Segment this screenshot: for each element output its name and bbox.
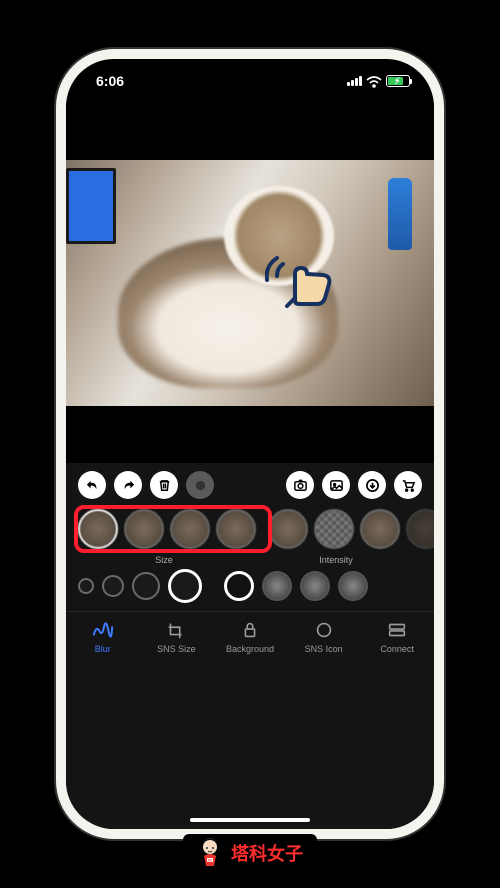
lock-icon <box>238 620 262 640</box>
size-option-0[interactable] <box>78 578 94 594</box>
size-option-1[interactable] <box>102 575 124 597</box>
tab-connect[interactable]: Connect <box>360 620 434 654</box>
tab-label: Background <box>226 644 274 654</box>
phone-frame: 6:06 ⚡︎ <box>56 49 444 839</box>
size-option-2[interactable] <box>132 572 160 600</box>
tab-sns-size[interactable]: SNS Size <box>140 620 214 654</box>
tab-label: Blur <box>95 644 111 654</box>
blur-style-5[interactable] <box>314 509 354 549</box>
trash-button[interactable] <box>150 471 178 499</box>
tab-blur[interactable]: Blur <box>66 620 140 654</box>
scribble-icon <box>91 620 115 640</box>
blur-style-row <box>66 503 434 555</box>
tab-label: Connect <box>380 644 414 654</box>
blur-style-6[interactable] <box>360 509 400 549</box>
download-button[interactable] <box>358 471 386 499</box>
intensity-option-0[interactable] <box>224 571 254 601</box>
grid-icon <box>385 620 409 640</box>
circle-icon <box>312 620 336 640</box>
intensity-option-1[interactable] <box>262 571 292 601</box>
blur-style-0[interactable] <box>78 509 118 549</box>
blur-style-4[interactable] <box>268 509 308 549</box>
blur-style-7[interactable] <box>406 509 434 549</box>
watermark-avatar-icon: 3C <box>197 838 223 868</box>
intensity-option-3[interactable] <box>338 571 368 601</box>
tab-sns-icon[interactable]: SNS Icon <box>287 620 361 654</box>
crop-icon <box>164 620 188 640</box>
photo-canvas[interactable] <box>66 103 434 463</box>
size-option-3[interactable] <box>168 569 202 603</box>
phone-notch <box>170 59 330 85</box>
charging-bolt-icon: ⚡︎ <box>394 76 400 87</box>
cellular-signal-icon <box>347 76 362 86</box>
controls-panel: Size Intensity <box>66 463 434 829</box>
size-selector <box>78 569 202 603</box>
redo-button[interactable] <box>114 471 142 499</box>
wifi-icon <box>366 75 382 87</box>
gallery-button[interactable] <box>322 471 350 499</box>
intensity-selector <box>224 569 368 603</box>
blur-style-2[interactable] <box>170 509 210 549</box>
tap-gesture-icon <box>265 254 335 334</box>
tab-background[interactable]: Background <box>213 620 287 654</box>
camera-button[interactable] <box>286 471 314 499</box>
size-label: Size <box>78 555 250 565</box>
undo-button[interactable] <box>78 471 106 499</box>
toolbar <box>66 463 434 503</box>
tab-label: SNS Size <box>157 644 196 654</box>
bottom-tabbar: Blur SNS Size Background <box>66 611 434 660</box>
blur-style-3[interactable] <box>216 509 256 549</box>
phone-screen: 6:06 ⚡︎ <box>66 59 434 829</box>
blur-style-1[interactable] <box>124 509 164 549</box>
status-time: 6:06 <box>96 73 124 89</box>
watermark-text: 塔科女子 <box>231 840 303 866</box>
battery-icon: ⚡︎ <box>386 75 410 87</box>
intensity-option-2[interactable] <box>300 571 330 601</box>
edited-photo[interactable] <box>66 160 434 406</box>
tab-label: SNS Icon <box>305 644 343 654</box>
watermark-badge: 3C 塔科女子 <box>183 834 317 872</box>
intensity-label: Intensity <box>250 555 422 565</box>
home-indicator[interactable] <box>190 818 310 822</box>
svg-text:3C: 3C <box>208 859 213 863</box>
cart-button[interactable] <box>394 471 422 499</box>
preview-toggle[interactable] <box>186 471 214 499</box>
